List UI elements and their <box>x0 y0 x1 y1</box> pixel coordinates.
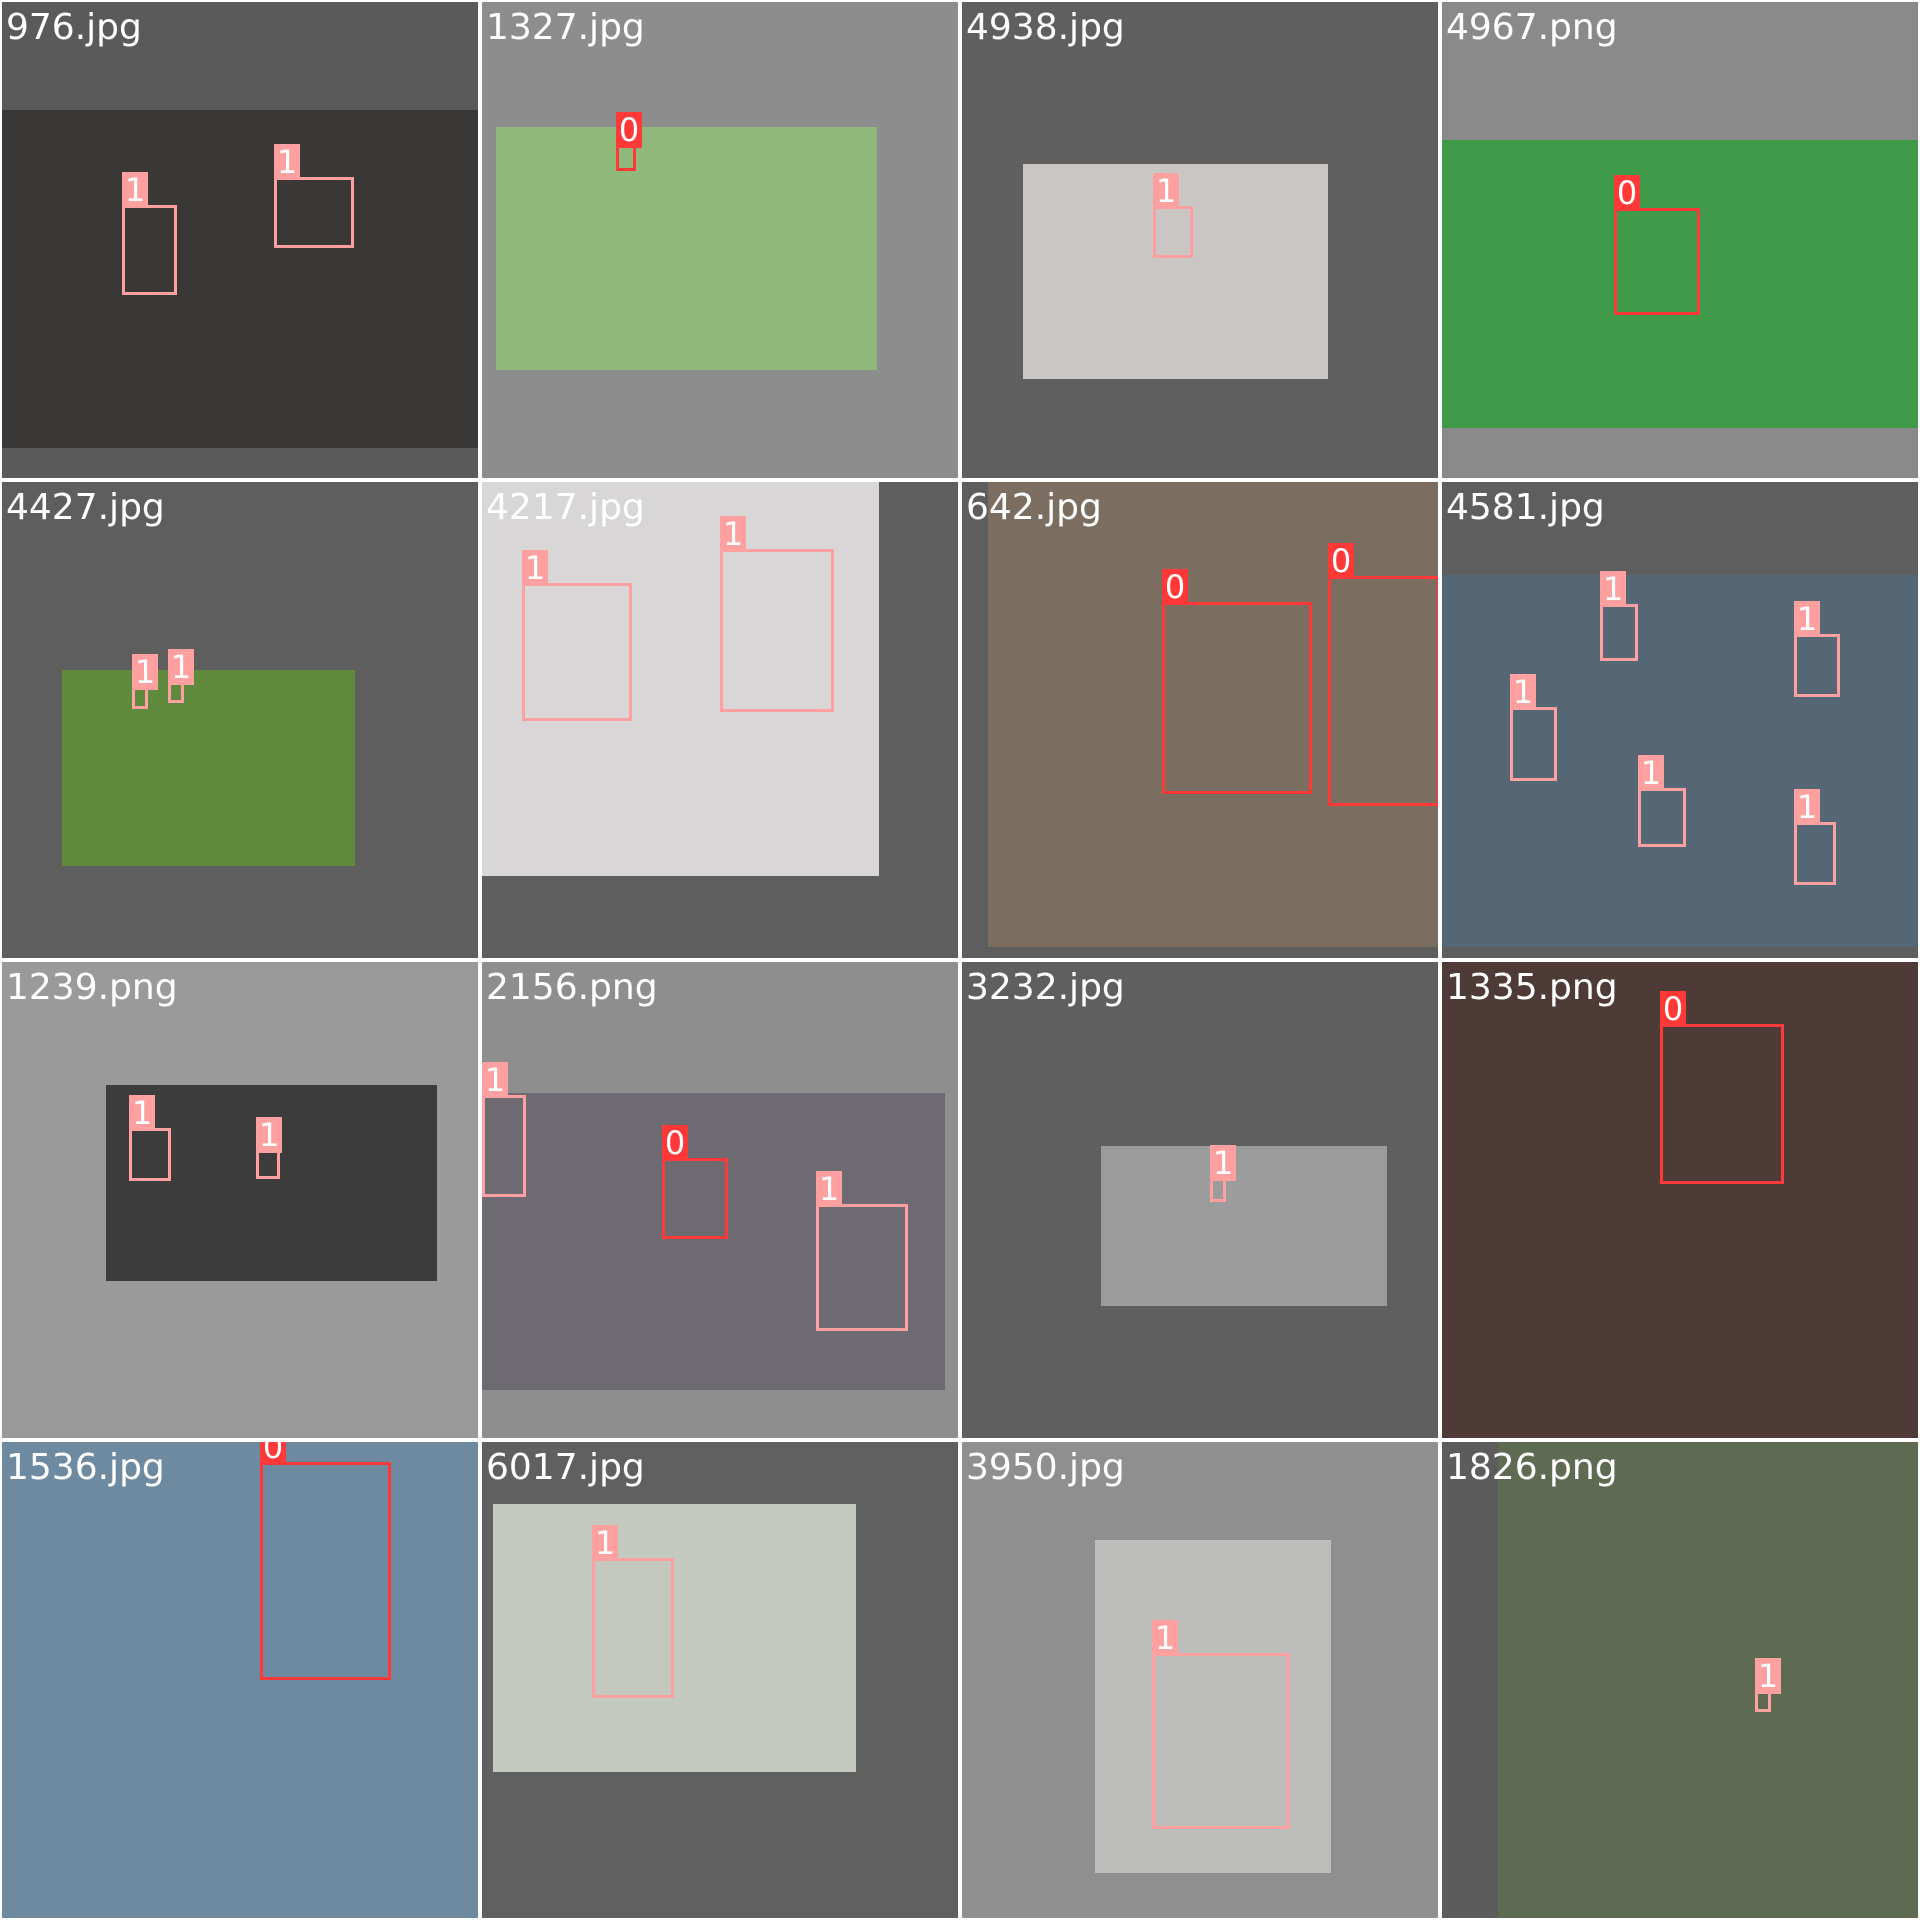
photo <box>2 110 478 448</box>
detection-box: 1 <box>256 1117 282 1179</box>
filename-label: 976.jpg <box>6 7 142 48</box>
detection-box: 1 <box>1600 571 1638 661</box>
photo <box>493 1504 856 1772</box>
detection-box: 1 <box>482 1062 526 1197</box>
detection-box: 0 <box>1614 175 1700 315</box>
detection-box: 1 <box>122 172 177 295</box>
tile-4427: 4427.jpg 1 1 <box>2 482 478 958</box>
photo <box>1101 1146 1387 1306</box>
class-label: 1 <box>1755 1658 1781 1694</box>
detection-box: 0 <box>260 1442 391 1680</box>
filename-label: 4938.jpg <box>966 7 1125 48</box>
tile-976: 976.jpg 1 1 <box>2 2 478 478</box>
filename-label: 4427.jpg <box>6 487 165 528</box>
filename-label: 2156.png <box>486 967 658 1008</box>
detection-box: 1 <box>592 1525 674 1698</box>
class-label: 1 <box>482 1062 508 1098</box>
filename-label: 1327.jpg <box>486 7 645 48</box>
filename-label: 1239.png <box>6 967 178 1008</box>
class-label: 1 <box>129 1095 155 1131</box>
class-label: 1 <box>720 516 746 552</box>
photo <box>1498 1442 1918 1918</box>
detection-box: 1 <box>1152 1620 1290 1829</box>
photo <box>106 1085 437 1281</box>
detection-box: 1 <box>720 516 834 712</box>
filename-label: 1335.png <box>1446 967 1618 1008</box>
detection-box: 1 <box>132 654 158 709</box>
tile-4217: 4217.jpg 1 1 <box>482 482 958 958</box>
detection-box: 1 <box>522 550 632 721</box>
detection-box: 1 <box>274 144 354 248</box>
class-label: 1 <box>122 172 148 208</box>
detection-box: 1 <box>1510 674 1557 781</box>
filename-label: 642.jpg <box>966 487 1102 528</box>
filename-label: 3232.jpg <box>966 967 1125 1008</box>
detection-box: 1 <box>1755 1658 1781 1712</box>
filename-label: 3950.jpg <box>966 1447 1125 1488</box>
tile-1335: 1335.png 0 <box>1442 962 1918 1438</box>
class-label: 0 <box>616 112 642 148</box>
detection-box: 0 <box>1660 991 1784 1184</box>
class-label: 0 <box>260 1442 286 1465</box>
class-label: 1 <box>1510 674 1536 710</box>
filename-label: 4217.jpg <box>486 487 645 528</box>
class-label: 1 <box>1638 755 1664 791</box>
tile-1826: 1826.png 1 <box>1442 1442 1918 1918</box>
class-label: 0 <box>662 1125 688 1161</box>
detection-box: 1 <box>129 1095 171 1181</box>
class-label: 1 <box>274 144 300 180</box>
detection-box: 0 <box>1162 569 1312 794</box>
tile-3232: 3232.jpg 1 <box>962 962 1438 1438</box>
detection-box: 1 <box>1794 789 1836 885</box>
class-label: 1 <box>1152 1620 1178 1656</box>
tile-2156: 2156.png 1 0 1 <box>482 962 958 1438</box>
class-label: 1 <box>132 654 158 690</box>
photo <box>2 1442 478 1918</box>
detection-box: 1 <box>1794 601 1840 697</box>
detection-box: 1 <box>168 649 194 703</box>
detection-box: 0 <box>662 1125 728 1239</box>
tile-642: 642.jpg 0 0 <box>962 482 1438 958</box>
tile-4967: 4967.png 0 <box>1442 2 1918 478</box>
tile-3950: 3950.jpg 1 <box>962 1442 1438 1918</box>
class-label: 1 <box>816 1171 842 1207</box>
filename-label: 4967.png <box>1446 7 1618 48</box>
filename-label: 4581.jpg <box>1446 487 1605 528</box>
class-label: 1 <box>1794 789 1820 825</box>
class-label: 0 <box>1328 543 1354 579</box>
filename-label: 1536.jpg <box>6 1447 165 1488</box>
tile-4938: 4938.jpg 1 <box>962 2 1438 478</box>
tile-1536: 1536.jpg 0 <box>2 1442 478 1918</box>
photo <box>496 127 877 370</box>
class-label: 1 <box>1600 571 1626 607</box>
detection-box: 1 <box>1638 755 1686 847</box>
class-label: 1 <box>522 550 548 586</box>
class-label: 0 <box>1614 175 1640 211</box>
filename-label: 1826.png <box>1446 1447 1618 1488</box>
class-label: 0 <box>1660 991 1686 1027</box>
detection-box: 1 <box>1153 173 1193 258</box>
tile-4581: 4581.jpg 1 1 1 1 1 <box>1442 482 1918 958</box>
class-label: 1 <box>256 1117 282 1153</box>
class-label: 1 <box>592 1525 618 1561</box>
class-label: 1 <box>1153 173 1179 209</box>
tile-1239: 1239.png 1 1 <box>2 962 478 1438</box>
detection-box: 0 <box>616 112 642 171</box>
class-label: 0 <box>1162 569 1188 605</box>
detection-mosaic: 976.jpg 1 1 1327.jpg 0 4938.jpg 1 4967.p… <box>0 0 1920 1920</box>
detection-box: 0 <box>1328 543 1438 806</box>
class-label: 1 <box>1210 1145 1236 1181</box>
filename-label: 6017.jpg <box>486 1447 645 1488</box>
detection-box: 1 <box>1210 1145 1236 1202</box>
detection-box: 1 <box>816 1171 908 1331</box>
photo <box>62 670 355 866</box>
class-label: 1 <box>1794 601 1820 637</box>
tile-6017: 6017.jpg 1 <box>482 1442 958 1918</box>
tile-1327: 1327.jpg 0 <box>482 2 958 478</box>
class-label: 1 <box>168 649 194 685</box>
